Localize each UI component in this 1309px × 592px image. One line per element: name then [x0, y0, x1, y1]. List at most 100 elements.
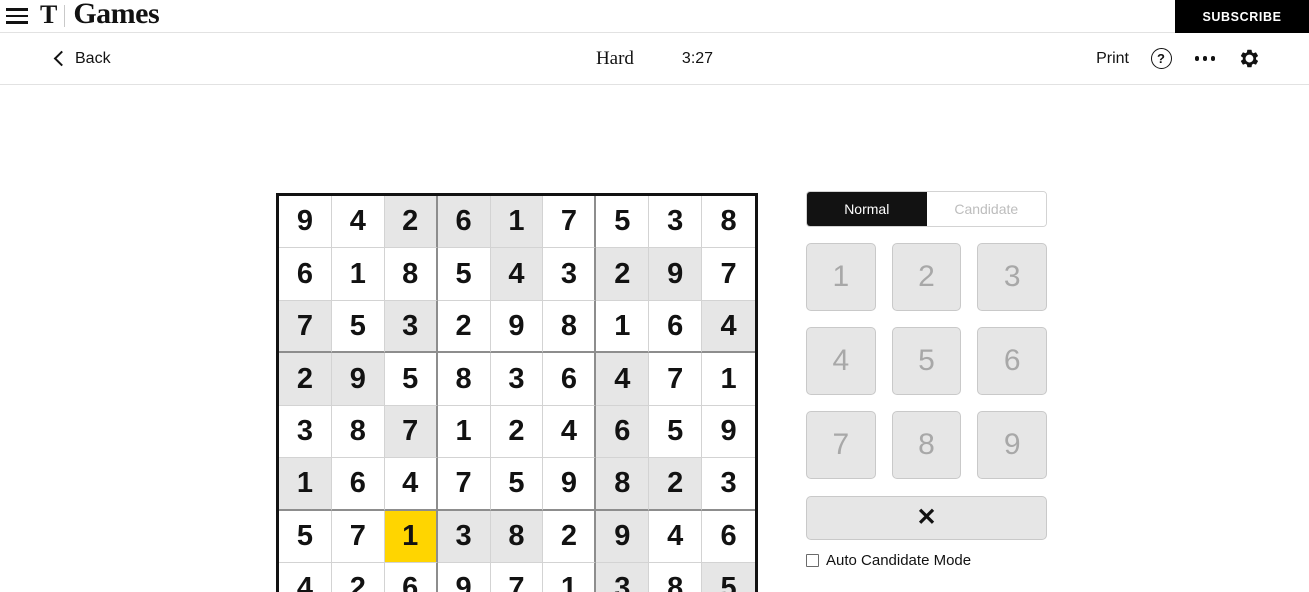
- sudoku-cell-r8-c4[interactable]: 9: [437, 563, 491, 592]
- sudoku-cell-r8-c7[interactable]: 3: [596, 563, 650, 592]
- sudoku-cell-r4-c2[interactable]: 9: [331, 353, 385, 406]
- sudoku-cell-r4-c5[interactable]: 3: [490, 353, 544, 406]
- sudoku-cell-r3-c7[interactable]: 1: [596, 300, 650, 354]
- mode-button-candidate[interactable]: Candidate: [926, 192, 1046, 226]
- sudoku-cell-r1-c6[interactable]: 7: [543, 196, 597, 249]
- sudoku-cell-r2-c3[interactable]: 8: [384, 248, 438, 301]
- sudoku-cell-r3-c9[interactable]: 4: [702, 300, 755, 354]
- settings-button[interactable]: [1237, 47, 1261, 71]
- sudoku-cell-r8-c8[interactable]: 8: [649, 563, 703, 592]
- sudoku-cell-r5-c5[interactable]: 2: [490, 405, 544, 459]
- sudoku-cell-r3-c5[interactable]: 9: [490, 300, 544, 354]
- sudoku-cell-r8-c5[interactable]: 7: [490, 563, 544, 592]
- sudoku-cell-r4-c6[interactable]: 6: [543, 353, 597, 406]
- sudoku-cell-r7-c3[interactable]: 1: [384, 510, 438, 564]
- sudoku-cell-r6-c3[interactable]: 4: [384, 458, 438, 511]
- sudoku-cell-r1-c4[interactable]: 6: [437, 196, 491, 249]
- sudoku-cell-r1-c5[interactable]: 1: [490, 196, 544, 249]
- sudoku-cell-r7-c6[interactable]: 2: [543, 510, 597, 564]
- sudoku-cell-r1-c3[interactable]: 2: [384, 196, 438, 249]
- nyt-games-logo[interactable]: T Games: [40, 0, 160, 32]
- sudoku-cell-r4-c9[interactable]: 1: [702, 353, 755, 406]
- sudoku-cell-r4-c7[interactable]: 4: [596, 353, 650, 406]
- sudoku-cell-r4-c8[interactable]: 7: [649, 353, 703, 406]
- sudoku-cell-r7-c5[interactable]: 8: [490, 510, 544, 564]
- number-button-8[interactable]: 8: [891, 411, 962, 479]
- sudoku-cell-r7-c9[interactable]: 6: [702, 510, 755, 564]
- sudoku-cell-r3-c1[interactable]: 7: [279, 300, 332, 354]
- sudoku-cell-r6-c6[interactable]: 9: [543, 458, 597, 511]
- sudoku-cell-r6-c8[interactable]: 2: [649, 458, 703, 511]
- number-button-7[interactable]: 7: [806, 411, 876, 479]
- sudoku-cell-r3-c8[interactable]: 6: [649, 300, 703, 354]
- number-button-3[interactable]: 3: [977, 243, 1047, 311]
- sudoku-cell-r2-c9[interactable]: 7: [702, 248, 755, 301]
- hamburger-menu-icon[interactable]: [4, 7, 30, 25]
- sudoku-cell-r3-c2[interactable]: 5: [331, 300, 385, 354]
- auto-candidate-label[interactable]: Auto Candidate Mode: [826, 552, 971, 569]
- sudoku-cell-r6-c2[interactable]: 6: [331, 458, 385, 511]
- sudoku-cell-r5-c1[interactable]: 3: [279, 405, 332, 459]
- sudoku-cell-r6-c9[interactable]: 3: [702, 458, 755, 511]
- sudoku-cell-r2-c2[interactable]: 1: [331, 248, 385, 301]
- sudoku-cell-r2-c6[interactable]: 3: [543, 248, 597, 301]
- sudoku-cell-r4-c4[interactable]: 8: [437, 353, 491, 406]
- sudoku-cell-r6-c7[interactable]: 8: [596, 458, 650, 511]
- number-button-4[interactable]: 4: [806, 327, 876, 395]
- sudoku-cell-r6-c5[interactable]: 5: [490, 458, 544, 511]
- number-button-2[interactable]: 2: [891, 243, 962, 311]
- sudoku-cell-r5-c8[interactable]: 5: [649, 405, 703, 459]
- sudoku-cell-r4-c1[interactable]: 2: [279, 353, 332, 406]
- sudoku-cell-r5-c9[interactable]: 9: [702, 405, 755, 459]
- sudoku-cell-r3-c4[interactable]: 2: [437, 300, 491, 354]
- sudoku-cell-r8-c3[interactable]: 6: [384, 563, 438, 592]
- sudoku-cell-r1-c7[interactable]: 5: [596, 196, 650, 249]
- number-button-6[interactable]: 6: [977, 327, 1047, 395]
- auto-candidate-checkbox[interactable]: [806, 554, 819, 567]
- help-button[interactable]: ?: [1149, 47, 1173, 71]
- sudoku-cell-r6-c1[interactable]: 1: [279, 458, 332, 511]
- back-button[interactable]: Back: [53, 50, 111, 68]
- sudoku-cell-r5-c2[interactable]: 8: [331, 405, 385, 459]
- sudoku-cell-r7-c1[interactable]: 5: [279, 510, 332, 564]
- sudoku-cell-r5-c7[interactable]: 6: [596, 405, 650, 459]
- sudoku-cell-r2-c7[interactable]: 2: [596, 248, 650, 301]
- subscribe-button[interactable]: SUBSCRIBE: [1175, 0, 1309, 33]
- sudoku-cell-r1-c2[interactable]: 4: [331, 196, 385, 249]
- mode-toggle-group: Normal Candidate: [806, 191, 1047, 227]
- mode-button-normal[interactable]: Normal: [807, 192, 927, 226]
- logo-divider: [64, 5, 66, 27]
- more-options-button[interactable]: [1193, 47, 1217, 71]
- sudoku-cell-r7-c2[interactable]: 7: [331, 510, 385, 564]
- sudoku-cell-r3-c3[interactable]: 3: [384, 300, 438, 354]
- sudoku-cell-r8-c2[interactable]: 2: [331, 563, 385, 592]
- sudoku-cell-r6-c4[interactable]: 7: [437, 458, 491, 511]
- sudoku-board[interactable]: 9426175386185432977532981642958364713871…: [276, 193, 758, 592]
- sudoku-cell-r5-c4[interactable]: 1: [437, 405, 491, 459]
- number-button-1[interactable]: 1: [806, 243, 876, 311]
- sudoku-cell-r8-c9[interactable]: 5: [702, 563, 755, 592]
- sudoku-cell-r2-c8[interactable]: 9: [649, 248, 703, 301]
- sudoku-cell-r1-c8[interactable]: 3: [649, 196, 703, 249]
- sudoku-cell-r1-c1[interactable]: 9: [279, 196, 332, 249]
- sudoku-cell-r4-c3[interactable]: 5: [384, 353, 438, 406]
- sudoku-cell-r5-c6[interactable]: 4: [543, 405, 597, 459]
- print-button[interactable]: Print: [1096, 50, 1129, 68]
- sudoku-cell-r1-c9[interactable]: 8: [702, 196, 755, 249]
- number-button-9[interactable]: 9: [977, 411, 1047, 479]
- sudoku-cell-r5-c3[interactable]: 7: [384, 405, 438, 459]
- sudoku-cell-r3-c6[interactable]: 8: [543, 300, 597, 354]
- sudoku-cell-r7-c8[interactable]: 4: [649, 510, 703, 564]
- sudoku-cell-r2-c5[interactable]: 4: [490, 248, 544, 301]
- sudoku-cell-r2-c4[interactable]: 5: [437, 248, 491, 301]
- auto-candidate-row: Auto Candidate Mode: [806, 552, 1047, 569]
- erase-button[interactable]: ✕: [806, 496, 1047, 540]
- hamburger-line: [6, 8, 28, 11]
- sudoku-cell-r2-c1[interactable]: 6: [279, 248, 332, 301]
- number-button-5[interactable]: 5: [891, 327, 962, 395]
- hamburger-line: [6, 14, 28, 18]
- sudoku-cell-r7-c4[interactable]: 3: [437, 510, 491, 564]
- sudoku-cell-r8-c1[interactable]: 4: [279, 563, 332, 592]
- sudoku-cell-r8-c6[interactable]: 1: [543, 563, 597, 592]
- sudoku-cell-r7-c7[interactable]: 9: [596, 510, 650, 564]
